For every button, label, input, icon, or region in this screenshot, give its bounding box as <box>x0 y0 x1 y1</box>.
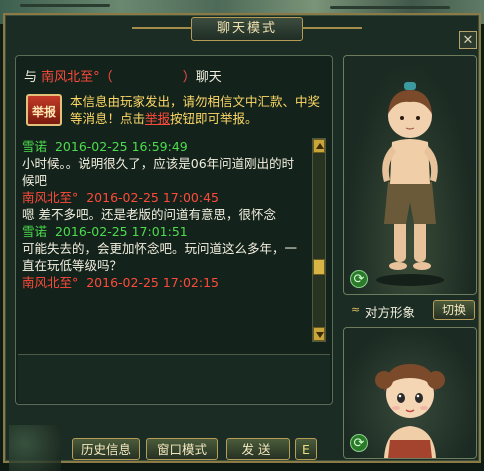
message-time: 2016-02-25 17:01:51 <box>54 224 188 239</box>
branch-decoration <box>330 6 450 9</box>
scroll-up-button[interactable] <box>313 139 325 153</box>
message-sender[interactable]: 南风北至° <box>22 190 78 205</box>
message-sender[interactable]: 雪诺 <box>22 139 47 154</box>
message: 雪诺 2016-02-25 16:59:49 小时候。。说明很久了，应该是06年… <box>22 138 304 189</box>
paren-open: （ <box>99 70 113 85</box>
switch-button[interactable]: 切换 <box>433 300 475 320</box>
message: 南风北至° 2016-02-25 17:00:45 嗯 差不多吧。还是老版的问道… <box>22 189 304 223</box>
window-title: 聊天模式 <box>132 17 362 41</box>
close-icon: ✕ <box>462 33 474 48</box>
send-button[interactable]: 发送 <box>226 438 290 460</box>
chat-panel: 与 南风北至°（ ）聊天 举报 本信息由玩家发出，请勿相信文中汇款、中奖等消息！点… <box>15 55 333 405</box>
branch-decoration <box>20 4 110 7</box>
message-sender[interactable]: 雪诺 <box>22 224 47 239</box>
emoji-button[interactable]: E <box>295 438 317 460</box>
window-mode-button[interactable]: 窗口模式 <box>146 438 218 460</box>
partner-portrait: ⟳ <box>343 55 477 295</box>
chat-window: 聊天模式 ✕ 与 南风北至°（ ）聊天 举报 本信息由玩家发出，请勿相信文中汇款、… <box>3 13 481 471</box>
scroll-thumb[interactable] <box>313 259 325 275</box>
message-input[interactable] <box>18 354 330 403</box>
partner-image-label: 对方形象 <box>365 305 416 320</box>
report-link[interactable]: 举报 <box>145 111 170 126</box>
corner-decoration <box>9 425 61 471</box>
partner-character-figure <box>376 82 444 286</box>
header-suffix: 聊天 <box>195 70 222 85</box>
message-text: 嗯 差不多吧。还是老版的问道有意思，很怀念 <box>22 207 276 222</box>
report-notice: 举报 本信息由玩家发出，请勿相信文中汇款、中奖等消息！点击举报按钮即可举报。 <box>22 94 326 136</box>
close-button[interactable]: ✕ <box>459 31 477 49</box>
message-time: 2016-02-25 16:59:49 <box>54 139 188 154</box>
rotate-refresh-icon[interactable]: ⟳ <box>350 270 368 288</box>
chat-header: 与 南风北至°（ ）聊天 <box>24 66 222 85</box>
notice-text: 本信息由玩家发出，请勿相信文中汇款、中奖等消息！点击举报按钮即可举报。 <box>70 93 324 127</box>
paren-close: ） <box>182 70 196 85</box>
message-time: 2016-02-25 17:02:15 <box>86 275 219 290</box>
rotate-refresh-icon[interactable]: ⟳ <box>350 434 368 452</box>
message-text: 可能失去的，会更加怀念吧。玩问道这么多年，一直在玩低等级吗？ <box>22 241 298 273</box>
history-button[interactable]: 历史信息 <box>72 438 140 460</box>
message-text: 小时候。。说明很久了，应该是06年问道刚出的时候吧 <box>22 156 295 188</box>
header-prefix: 与 <box>24 70 38 85</box>
partner-name[interactable]: 南风北至° <box>41 70 100 85</box>
partner-image-row: ≈ 对方形象 切换 <box>349 300 479 321</box>
chat-scrollbar[interactable] <box>312 138 326 342</box>
self-portrait: ⟳ <box>343 327 477 459</box>
scroll-down-button[interactable] <box>313 327 325 341</box>
message-time: 2016-02-25 17:00:45 <box>86 190 219 205</box>
message: 南风北至° 2016-02-25 17:02:15 <box>22 274 304 291</box>
message-sender[interactable]: 南风北至° <box>22 275 78 290</box>
message: 雪诺 2016-02-25 17:01:51 可能失去的，会更加怀念吧。玩问道这… <box>22 223 304 274</box>
chat-log: 雪诺 2016-02-25 16:59:49 小时候。。说明很久了，应该是06年… <box>22 138 304 344</box>
notice-part2: 按钮即可举报。 <box>170 111 258 126</box>
chevron-up-icon: ≈ <box>351 303 361 316</box>
report-icon[interactable]: 举报 <box>26 94 62 126</box>
